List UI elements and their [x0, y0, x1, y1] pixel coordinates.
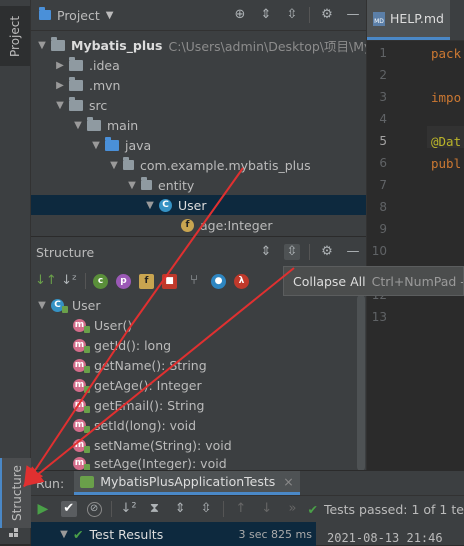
annotation-line — [127, 167, 244, 331]
annotation-arrow — [22, 267, 295, 487]
annotation-overlay — [22, 167, 295, 488]
annotation-arrow — [23, 329, 129, 488]
